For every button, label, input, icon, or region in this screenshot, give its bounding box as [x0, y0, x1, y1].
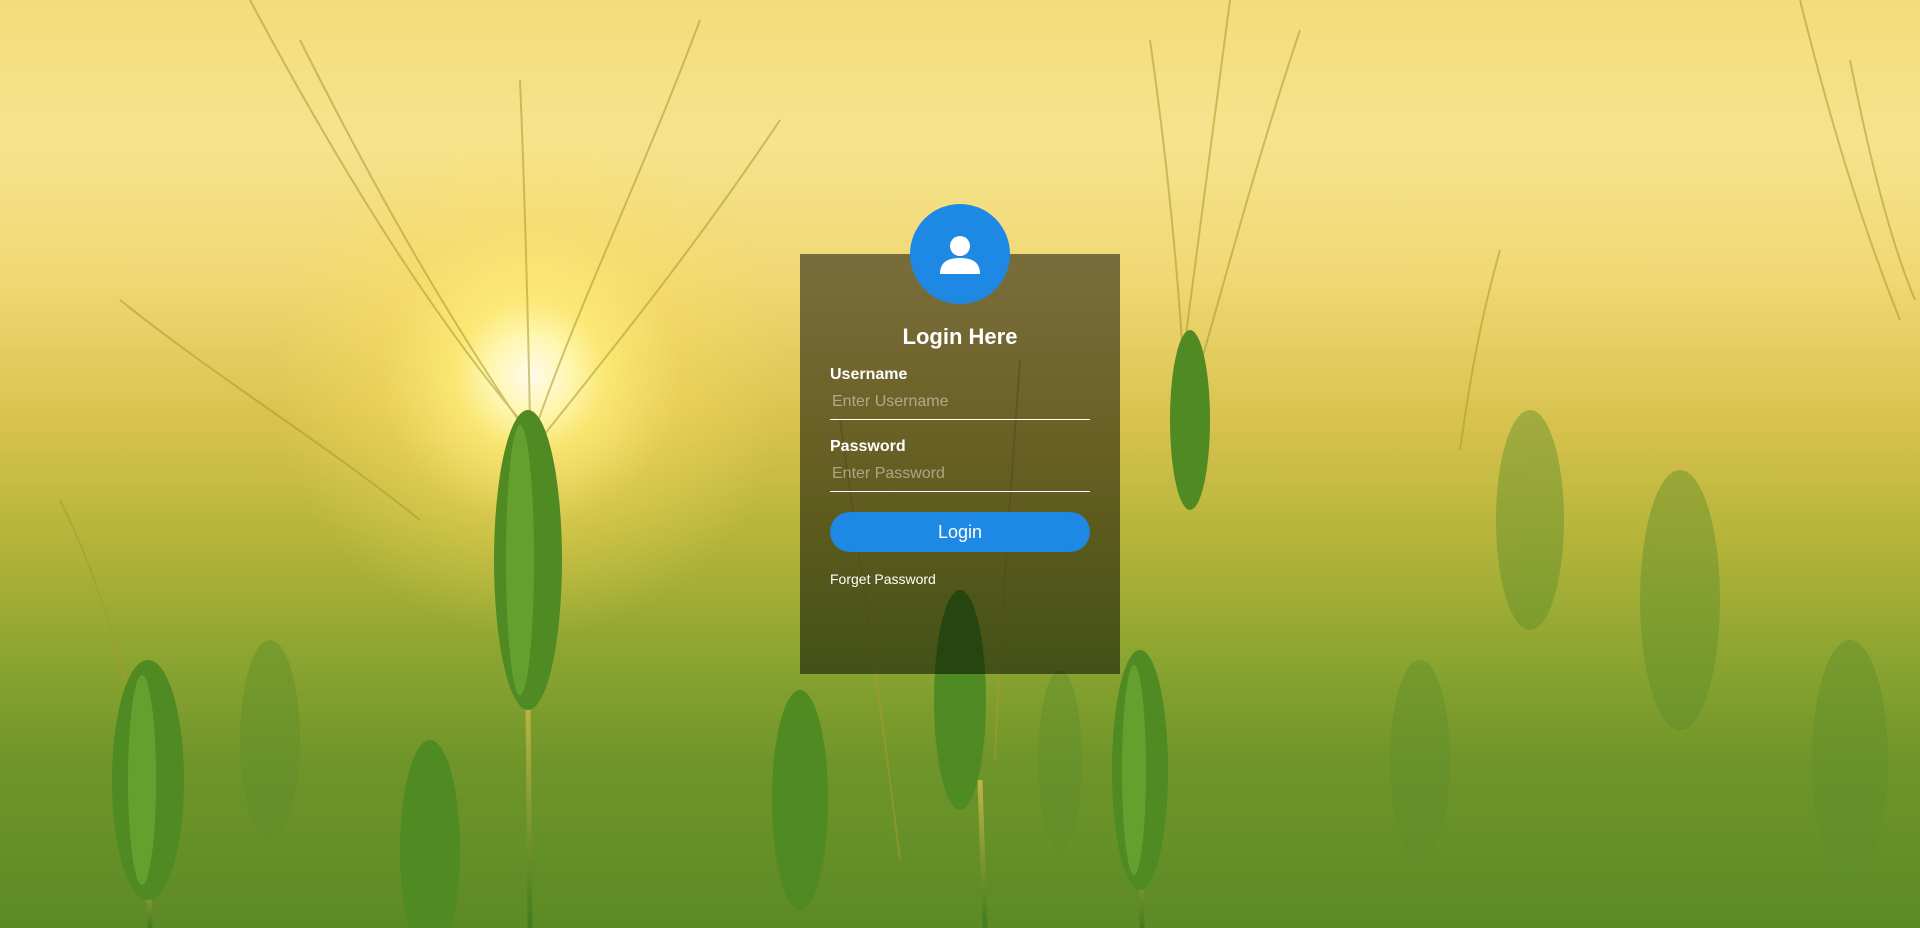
- password-label: Password: [830, 438, 906, 455]
- login-card: Login Here Username Password Login Forge…: [800, 204, 1120, 674]
- avatar: [910, 204, 1010, 304]
- forget-password-link[interactable]: Forget Password: [830, 571, 936, 587]
- username-label: Username: [830, 366, 908, 383]
- login-title: Login Here: [902, 324, 1018, 349]
- username-input[interactable]: [830, 384, 1090, 420]
- login-button[interactable]: Login: [830, 512, 1090, 552]
- password-input[interactable]: [830, 456, 1090, 492]
- user-icon: [940, 236, 980, 274]
